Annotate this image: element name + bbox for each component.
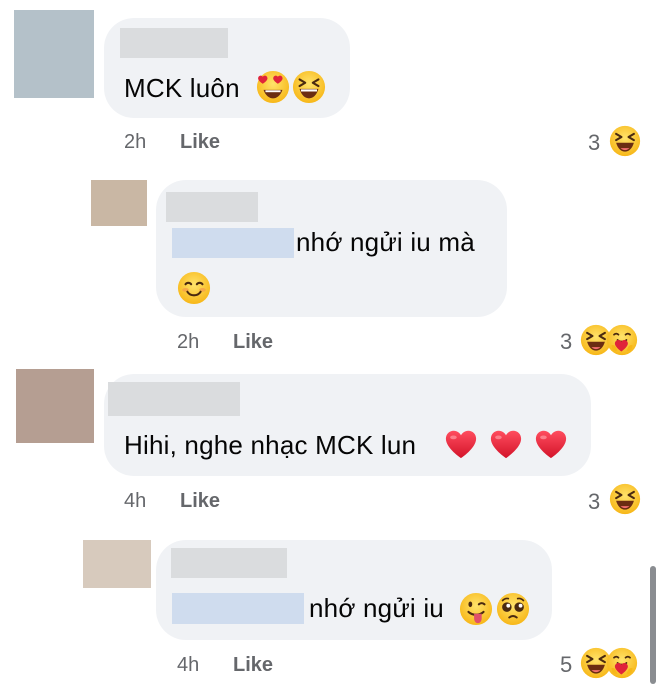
author-name-redacted[interactable] <box>171 548 287 578</box>
comment-bubble: nhớ ngửi iu <box>156 540 552 640</box>
comment-time[interactable]: 2h <box>177 331 199 354</box>
author-name-redacted[interactable] <box>120 28 228 58</box>
scrollbar-thumb[interactable] <box>650 566 656 684</box>
author-name-redacted[interactable] <box>108 382 240 416</box>
comment-bubble: MCK luôn <box>104 18 350 118</box>
red-heart-emoji <box>444 428 478 465</box>
comment-time[interactable]: 2h <box>124 131 146 154</box>
care-reaction-icon[interactable] <box>606 647 638 684</box>
comment-text: nhớ ngửi iu mà <box>296 227 475 257</box>
avatar[interactable] <box>14 10 94 98</box>
mentioned-user-redacted[interactable] <box>172 593 304 624</box>
reaction-count[interactable]: 3 <box>560 329 572 355</box>
like-button[interactable]: Like <box>180 131 220 154</box>
grinning-squint-emoji <box>292 70 326 109</box>
avatar[interactable] <box>16 369 94 443</box>
avatar[interactable] <box>91 180 147 226</box>
smiling-blush-emoji <box>177 271 211 310</box>
avatar[interactable] <box>83 540 151 588</box>
comment-time[interactable]: 4h <box>177 654 199 677</box>
reaction-count[interactable]: 3 <box>588 489 600 515</box>
haha-reaction-icon[interactable] <box>609 125 641 162</box>
comment-text: Hihi, nghe nhạc MCK lun <box>124 430 417 460</box>
heart-eyes-emoji <box>256 70 290 109</box>
comment-bubble: Hihi, nghe nhạc MCK lun <box>104 374 591 476</box>
pleading-face-emoji <box>496 592 530 631</box>
comment-text: MCK luôn <box>124 73 240 103</box>
comment-bubble: nhớ ngửi iu mà <box>156 180 507 317</box>
winking-tongue-emoji <box>459 592 493 631</box>
red-heart-emoji <box>489 428 523 465</box>
comment-text: nhớ ngửi iu <box>309 593 444 623</box>
like-button[interactable]: Like <box>180 490 220 513</box>
author-name-redacted[interactable] <box>166 192 258 222</box>
reaction-count[interactable]: 3 <box>588 130 600 156</box>
mentioned-user-redacted[interactable] <box>172 228 294 258</box>
red-heart-emoji <box>534 428 568 465</box>
care-reaction-icon[interactable] <box>606 324 638 361</box>
comment-time[interactable]: 4h <box>124 490 146 513</box>
reaction-count[interactable]: 5 <box>560 652 572 678</box>
like-button[interactable]: Like <box>233 654 273 677</box>
like-button[interactable]: Like <box>233 331 273 354</box>
haha-reaction-icon[interactable] <box>609 483 641 520</box>
